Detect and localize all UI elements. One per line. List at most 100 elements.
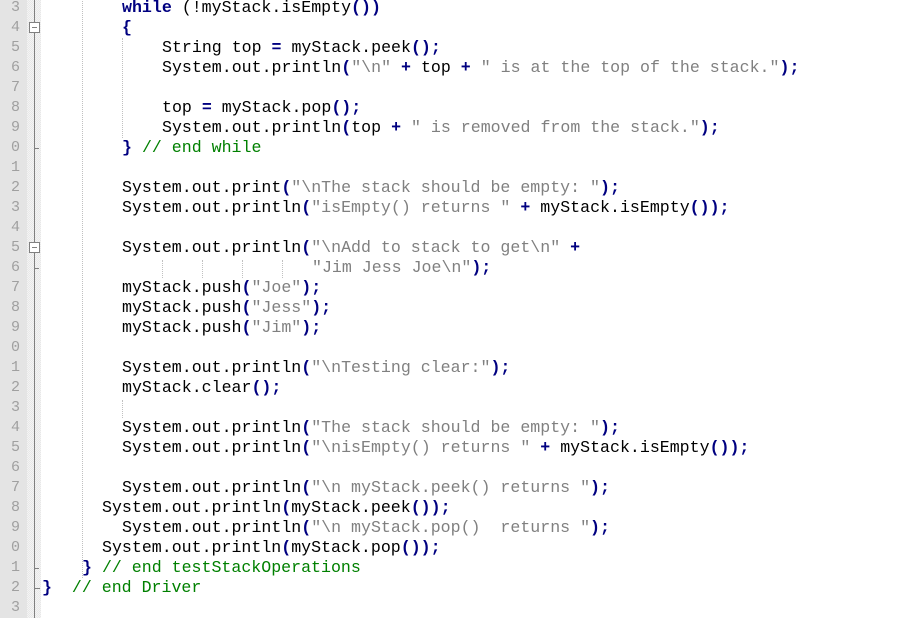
code-line[interactable]: 3 (0, 398, 906, 418)
code-text: "Jim Jess Joe\n"); (312, 258, 491, 278)
code-token: System.out.println (122, 358, 302, 377)
operator-token: ); (490, 358, 511, 377)
code-editor[interactable]: 3 while (!myStack.isEmpty()) 4{5 String top… (0, 0, 906, 618)
operator-token: ); (301, 278, 322, 297)
code-line[interactable]: 1 System.out.println("\nTesting clear:"); (0, 358, 906, 378)
code-text: myStack.push("Joe"); (122, 278, 321, 298)
code-text: } // end Driver (42, 578, 201, 598)
string-literal: "\nThe stack should be empty: " (291, 178, 600, 197)
line-number: 0 (10, 139, 20, 156)
line-number: 7 (10, 79, 20, 96)
code-text: System.out.println("\nTesting clear:"); (122, 358, 510, 378)
line-number: 1 (10, 159, 20, 176)
code-text: System.out.println("isEmpty() returns " … (122, 198, 730, 218)
code-token: myStack.pop (291, 538, 401, 557)
code-line[interactable]: 6 "Jim Jess Joe\n"); (0, 258, 906, 278)
operator-token: ()); (400, 538, 441, 557)
operator-token: ( (301, 418, 312, 437)
string-literal: "\n" (351, 58, 392, 77)
code-line[interactable]: 9 System.out.println(top + " is removed f… (0, 118, 906, 138)
line-number: 4 (10, 219, 20, 236)
code-text: } // end while (122, 138, 261, 158)
code-line[interactable]: 1 (0, 158, 906, 178)
string-literal: "Jim Jess Joe\n" (312, 258, 472, 277)
operator-token: ()); (410, 498, 451, 517)
code-line[interactable]: 8 myStack.push("Jess"); (0, 298, 906, 318)
string-literal: " is at the top of the stack." (480, 58, 780, 77)
code-line[interactable]: 9 myStack.push("Jim"); (0, 318, 906, 338)
code-line[interactable]: 3 System.out.println("isEmpty() returns "… (0, 198, 906, 218)
string-literal: "\n myStack.pop() returns " (311, 518, 591, 537)
operator-token: ); (590, 478, 610, 497)
line-number: 3 (10, 0, 20, 16)
string-literal: "\nTesting clear:" (311, 358, 491, 377)
code-token: System.out.print (122, 178, 282, 197)
operator-token: ( (341, 58, 352, 77)
operator-token: ( (301, 238, 312, 257)
code-token: top (162, 98, 202, 117)
code-line[interactable]: 0 } // end while (0, 138, 906, 158)
code-line[interactable]: 4 System.out.println("The stack should be… (0, 418, 906, 438)
code-line[interactable]: 2 myStack.clear(); (0, 378, 906, 398)
code-token: System.out.println (122, 478, 302, 497)
code-line[interactable]: 2} // end Driver (0, 578, 906, 598)
code-line[interactable]: 9 System.out.println("\n myStack.pop() re… (0, 518, 906, 538)
operator-token: ); (311, 298, 332, 317)
code-line[interactable]: 5 String top = myStack.peek(); (0, 38, 906, 58)
operator-token: ( (281, 178, 292, 197)
operator-token: ( (301, 518, 312, 537)
line-number: 1 (10, 359, 20, 376)
code-line[interactable]: 4 (0, 218, 906, 238)
operator-token: ( (301, 198, 312, 217)
line-number: 9 (10, 319, 20, 336)
code-line[interactable]: 5 System.out.println("\nAdd to stack to g… (0, 238, 906, 258)
operator-token: ( (241, 298, 252, 317)
code-text: top = myStack.pop(); (162, 98, 361, 118)
code-text: System.out.print("\nThe stack should be … (122, 178, 620, 198)
code-token: myStack.peek (281, 38, 411, 57)
code-text: System.out.println("The stack should be … (122, 418, 620, 438)
operator-token: ( (241, 278, 252, 297)
code-line[interactable]: 2 System.out.print("\nThe stack should be… (0, 178, 906, 198)
code-line[interactable]: 5 System.out.println("\nisEmpty() returns… (0, 438, 906, 458)
code-line[interactable]: 3 (0, 598, 906, 618)
code-token: ( (171, 0, 192, 17)
code-line[interactable]: 7 myStack.push("Joe"); (0, 278, 906, 298)
code-line[interactable]: 0 System.out.println(myStack.pop()); (0, 538, 906, 558)
code-line[interactable]: 6 (0, 458, 906, 478)
code-token: myStack.isEmpty (530, 198, 690, 217)
operator-token: ( (301, 478, 312, 497)
operator-token: (); (410, 38, 441, 57)
code-line[interactable]: 1} // end testStackOperations (0, 558, 906, 578)
operator-token: ); (600, 178, 620, 197)
code-token: !myStack.isEmpty (191, 0, 352, 17)
code-text: System.out.println("\nAdd to stack to ge… (122, 238, 580, 258)
keyword-token: while (122, 0, 172, 17)
code-line[interactable]: 8 System.out.println(myStack.peek()); (0, 498, 906, 518)
operator-token: } (122, 138, 132, 157)
code-line[interactable]: 6 System.out.println("\n" + top + " is at… (0, 58, 906, 78)
code-text: System.out.println(myStack.pop()); (102, 538, 441, 558)
operator-token: ()) (351, 0, 381, 17)
code-line[interactable]: 8 top = myStack.pop(); (0, 98, 906, 118)
code-line[interactable]: 7 System.out.println("\n myStack.peek() r… (0, 478, 906, 498)
code-token: myStack.clear (122, 378, 252, 397)
code-line[interactable]: 4{ (0, 18, 906, 38)
string-literal: "\n myStack.peek() returns " (311, 478, 591, 497)
line-number: 5 (10, 39, 20, 56)
operator-token: + (391, 118, 402, 137)
line-number: 0 (10, 539, 20, 556)
line-number: 2 (10, 379, 20, 396)
code-line[interactable]: 0 (0, 338, 906, 358)
code-token: System.out.println (102, 498, 282, 517)
code-line[interactable]: 7 (0, 78, 906, 98)
code-token: System.out.println (162, 58, 342, 77)
code-line[interactable]: 3 while (!myStack.isEmpty()) (0, 0, 906, 18)
string-literal: "\nisEmpty() returns " (311, 438, 531, 457)
line-number: 7 (10, 279, 20, 296)
operator-token: + (460, 58, 471, 77)
